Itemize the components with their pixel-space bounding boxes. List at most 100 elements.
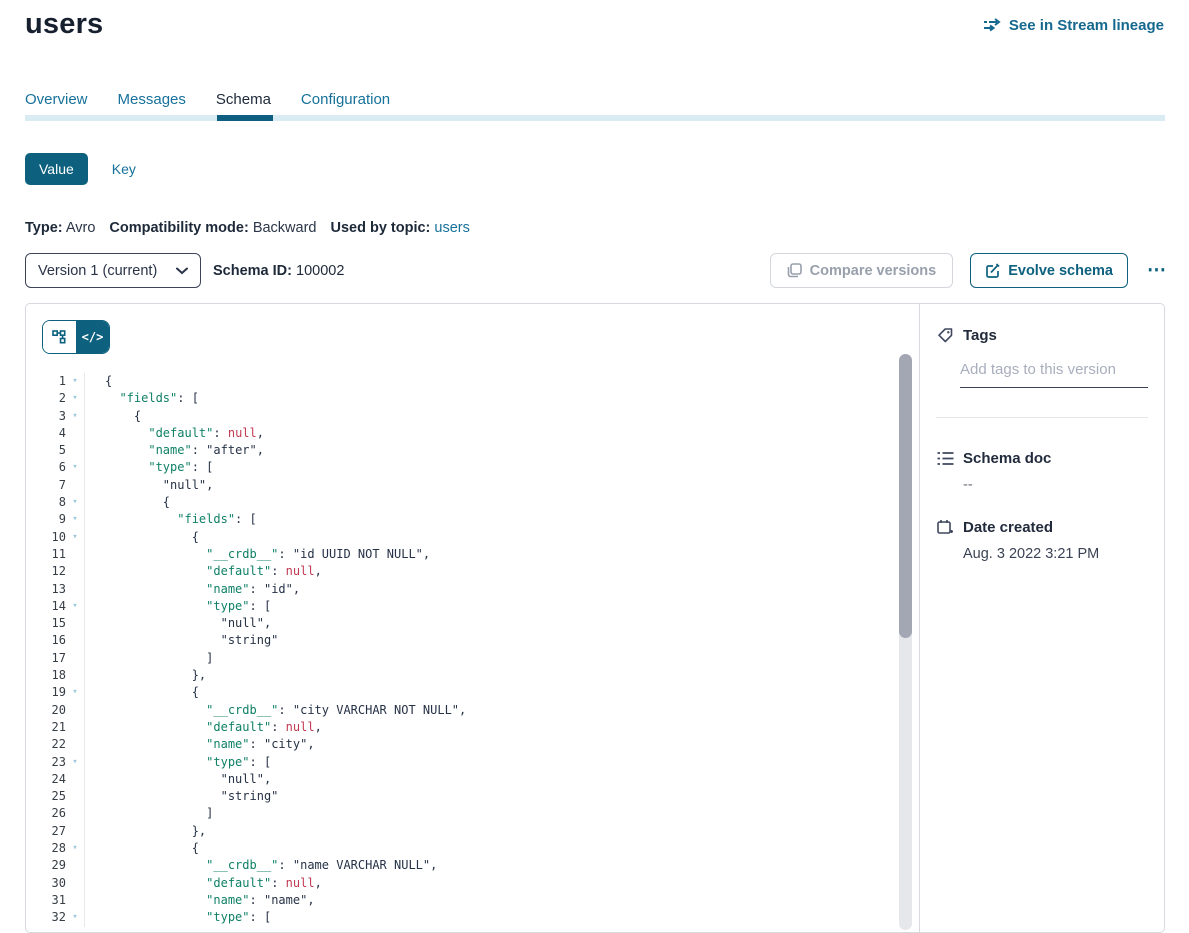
fold-toggle-icon[interactable]: ▾ (66, 840, 84, 857)
version-select-value: Version 1 (current) (38, 263, 157, 279)
code-line: 6▾ "type": [ (26, 459, 895, 476)
fold-toggle-icon[interactable]: ▾ (66, 494, 84, 511)
page-title: users (25, 8, 103, 41)
line-number: 30 (26, 875, 66, 892)
line-number: 15 (26, 615, 66, 632)
compare-versions-icon (787, 263, 802, 278)
schema-id-field: Schema ID: 100002 (213, 263, 344, 279)
editor-scrollbar[interactable] (899, 354, 912, 930)
line-number: 1 (26, 373, 66, 390)
line-number: 32 (26, 909, 66, 926)
fold-toggle-icon[interactable]: ▾ (66, 754, 84, 771)
code-line: 5 "name": "after", (26, 442, 895, 459)
code-line: 11 "__crdb__": "id UUID NOT NULL", (26, 546, 895, 563)
code-text: { (85, 840, 199, 857)
code-line: 10▾ { (26, 529, 895, 546)
fold-spacer (66, 875, 84, 892)
code-text: "type": [ (85, 909, 271, 926)
line-number: 28 (26, 840, 66, 857)
schema-doc-section-header: Schema doc (936, 449, 1148, 467)
compare-versions-button[interactable]: Compare versions (770, 253, 954, 288)
fold-toggle-icon[interactable]: ▾ (66, 459, 84, 476)
line-number: 21 (26, 719, 66, 736)
code-line: 9▾ "fields": [ (26, 511, 895, 528)
code-view-button[interactable]: </> (76, 321, 109, 353)
schema-panel: </> 1▾{2▾ "fields": [3▾ {4 "default": nu… (25, 303, 1165, 933)
fold-spacer (66, 477, 84, 494)
line-number: 14 (26, 598, 66, 615)
fold-toggle-icon[interactable]: ▾ (66, 390, 84, 407)
fold-toggle-icon[interactable]: ▾ (66, 598, 84, 615)
code-line: 26 ] (26, 805, 895, 822)
fold-spacer (66, 442, 84, 459)
fold-toggle-icon[interactable]: ▾ (66, 511, 84, 528)
fold-toggle-icon[interactable]: ▾ (66, 373, 84, 390)
tags-section-header: Tags (936, 326, 1148, 344)
compatibility-field: Compatibility mode: Backward (109, 220, 316, 236)
fold-spacer (66, 667, 84, 684)
code-text: { (85, 408, 141, 425)
key-tab-button[interactable]: Key (112, 161, 136, 177)
fold-toggle-icon[interactable]: ▾ (66, 684, 84, 701)
code-text: "default": null, (85, 719, 322, 736)
code-line: 14▾ "type": [ (26, 598, 895, 615)
code-line: 24 "null", (26, 771, 895, 788)
schema-sidebar: Tags Schema doc -- (919, 304, 1164, 932)
code-text: ] (85, 650, 213, 667)
sidebar-divider (936, 417, 1148, 418)
tab-track (25, 115, 1165, 121)
tags-title: Tags (963, 327, 997, 344)
code-line: 23▾ "type": [ (26, 754, 895, 771)
code-line: 7 "null", (26, 477, 895, 494)
code-line: 8▾ { (26, 494, 895, 511)
tree-view-button[interactable] (43, 321, 76, 353)
fold-spacer (66, 719, 84, 736)
code-line: 17 ] (26, 650, 895, 667)
code-text: "string" (85, 632, 278, 649)
list-icon (936, 449, 954, 467)
line-number: 22 (26, 736, 66, 753)
line-number: 17 (26, 650, 66, 667)
code-text: }, (85, 823, 206, 840)
stream-lineage-link[interactable]: See in Stream lineage (984, 16, 1164, 34)
fold-spacer (66, 546, 84, 563)
code-line: 13 "name": "id", (26, 581, 895, 598)
code-line: 16 "string" (26, 632, 895, 649)
code-line: 3▾ { (26, 408, 895, 425)
line-number: 27 (26, 823, 66, 840)
add-tags-input[interactable] (960, 361, 1148, 388)
version-select[interactable]: Version 1 (current) (25, 253, 201, 288)
line-number: 8 (26, 494, 66, 511)
version-bar: Version 1 (current) Schema ID: 100002 Co… (25, 253, 1169, 288)
editor-view-toggle: </> (42, 320, 110, 354)
code-line: 25 "string" (26, 788, 895, 805)
fold-toggle-icon[interactable]: ▾ (66, 529, 84, 546)
code-line: 1▾{ (26, 373, 895, 390)
tree-view-icon (52, 330, 67, 344)
more-actions-button[interactable]: ⋯ (1145, 259, 1169, 282)
code-text: { (85, 529, 199, 546)
value-tab-button[interactable]: Value (25, 153, 88, 185)
fold-spacer (66, 805, 84, 822)
fold-toggle-icon[interactable]: ▾ (66, 408, 84, 425)
line-number: 2 (26, 390, 66, 407)
line-number: 3 (26, 408, 66, 425)
scrollbar-thumb[interactable] (899, 354, 912, 638)
code-line: 30 "default": null, (26, 875, 895, 892)
line-number: 6 (26, 459, 66, 476)
topic-link[interactable]: users (434, 220, 469, 236)
code-line: 28▾ { (26, 840, 895, 857)
code-text: "__crdb__": "city VARCHAR NOT NULL", (85, 702, 466, 719)
evolve-schema-button[interactable]: Evolve schema (970, 253, 1128, 288)
line-number: 11 (26, 546, 66, 563)
edit-icon (985, 263, 1000, 278)
date-created-value: Aug. 3 2022 3:21 PM (963, 546, 1148, 562)
line-number: 9 (26, 511, 66, 528)
fold-toggle-icon[interactable]: ▾ (66, 909, 84, 926)
code-text: "__crdb__": "name VARCHAR NULL", (85, 857, 437, 874)
line-number: 12 (26, 563, 66, 580)
code-editor[interactable]: 1▾{2▾ "fields": [3▾ {4 "default": null,5… (26, 373, 895, 932)
fold-spacer (66, 823, 84, 840)
code-line: 18 }, (26, 667, 895, 684)
code-text: "default": null, (85, 563, 322, 580)
